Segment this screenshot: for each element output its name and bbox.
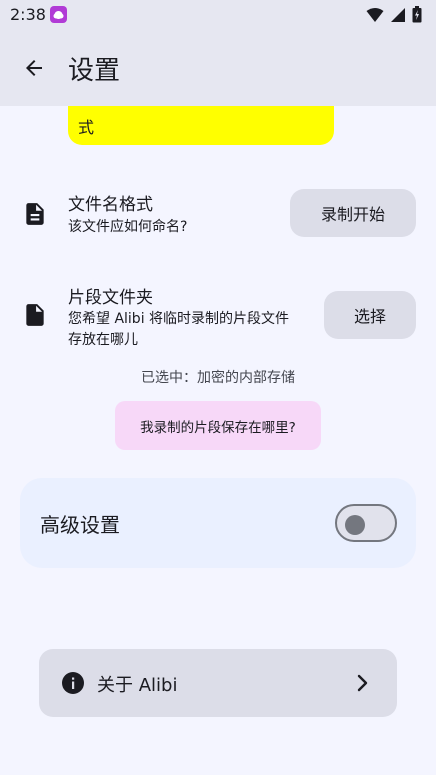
chevron-right-icon bbox=[357, 674, 368, 692]
recording-start-button[interactable]: 录制开始 bbox=[290, 189, 416, 237]
app-notification-icon bbox=[50, 6, 67, 23]
cell-signal-icon bbox=[391, 7, 405, 22]
file-icon bbox=[26, 304, 44, 326]
about-alibi-row[interactable]: 关于 Alibi bbox=[39, 649, 397, 717]
segment-folder-description-line1: 您希望 Alibi 将临时录制的片段文件 bbox=[68, 311, 290, 327]
battery-icon bbox=[412, 6, 422, 23]
wifi-icon bbox=[366, 7, 384, 22]
toggle-thumb bbox=[345, 515, 365, 535]
segment-folder-setting: 片段文件夹 您希望 Alibi 将临时录制的片段文件 存放在哪儿 选择 bbox=[0, 270, 436, 360]
top-app-bar: 设置 bbox=[0, 30, 436, 106]
status-time: 2:38 bbox=[10, 5, 46, 24]
about-alibi-label: 关于 Alibi bbox=[97, 675, 178, 696]
page-title: 设置 bbox=[68, 56, 121, 86]
advanced-settings-card[interactable]: 高级设置 bbox=[20, 478, 416, 568]
filename-format-title: 文件名格式 bbox=[68, 195, 153, 215]
segment-folder-title: 片段文件夹 bbox=[68, 288, 153, 308]
arrow-back-icon bbox=[26, 60, 42, 76]
info-icon bbox=[62, 672, 84, 694]
filename-format-setting: 文件名格式 该文件应如何命名? 录制开始 bbox=[0, 180, 436, 250]
segment-folder-description-line2: 存放在哪儿 bbox=[68, 332, 138, 348]
status-bar: 2:38 bbox=[0, 0, 436, 30]
advanced-settings-toggle[interactable] bbox=[335, 504, 397, 542]
where-saved-help-chip[interactable]: 我录制的片段保存在哪里? bbox=[115, 401, 321, 450]
settings-screen: 2:38 设置 式 文件名格式 该文件应如何命名? 录制开始 片段文件夹 您希望… bbox=[0, 0, 436, 775]
back-button[interactable] bbox=[16, 52, 52, 84]
filename-format-description: 该文件应如何命名? bbox=[68, 219, 188, 235]
selected-storage-text: 已选中：加密的内部存储 bbox=[141, 370, 295, 386]
advanced-settings-label: 高级设置 bbox=[40, 513, 120, 537]
status-icons bbox=[366, 6, 422, 23]
choose-folder-button[interactable]: 选择 bbox=[324, 291, 416, 339]
document-icon bbox=[26, 203, 44, 225]
